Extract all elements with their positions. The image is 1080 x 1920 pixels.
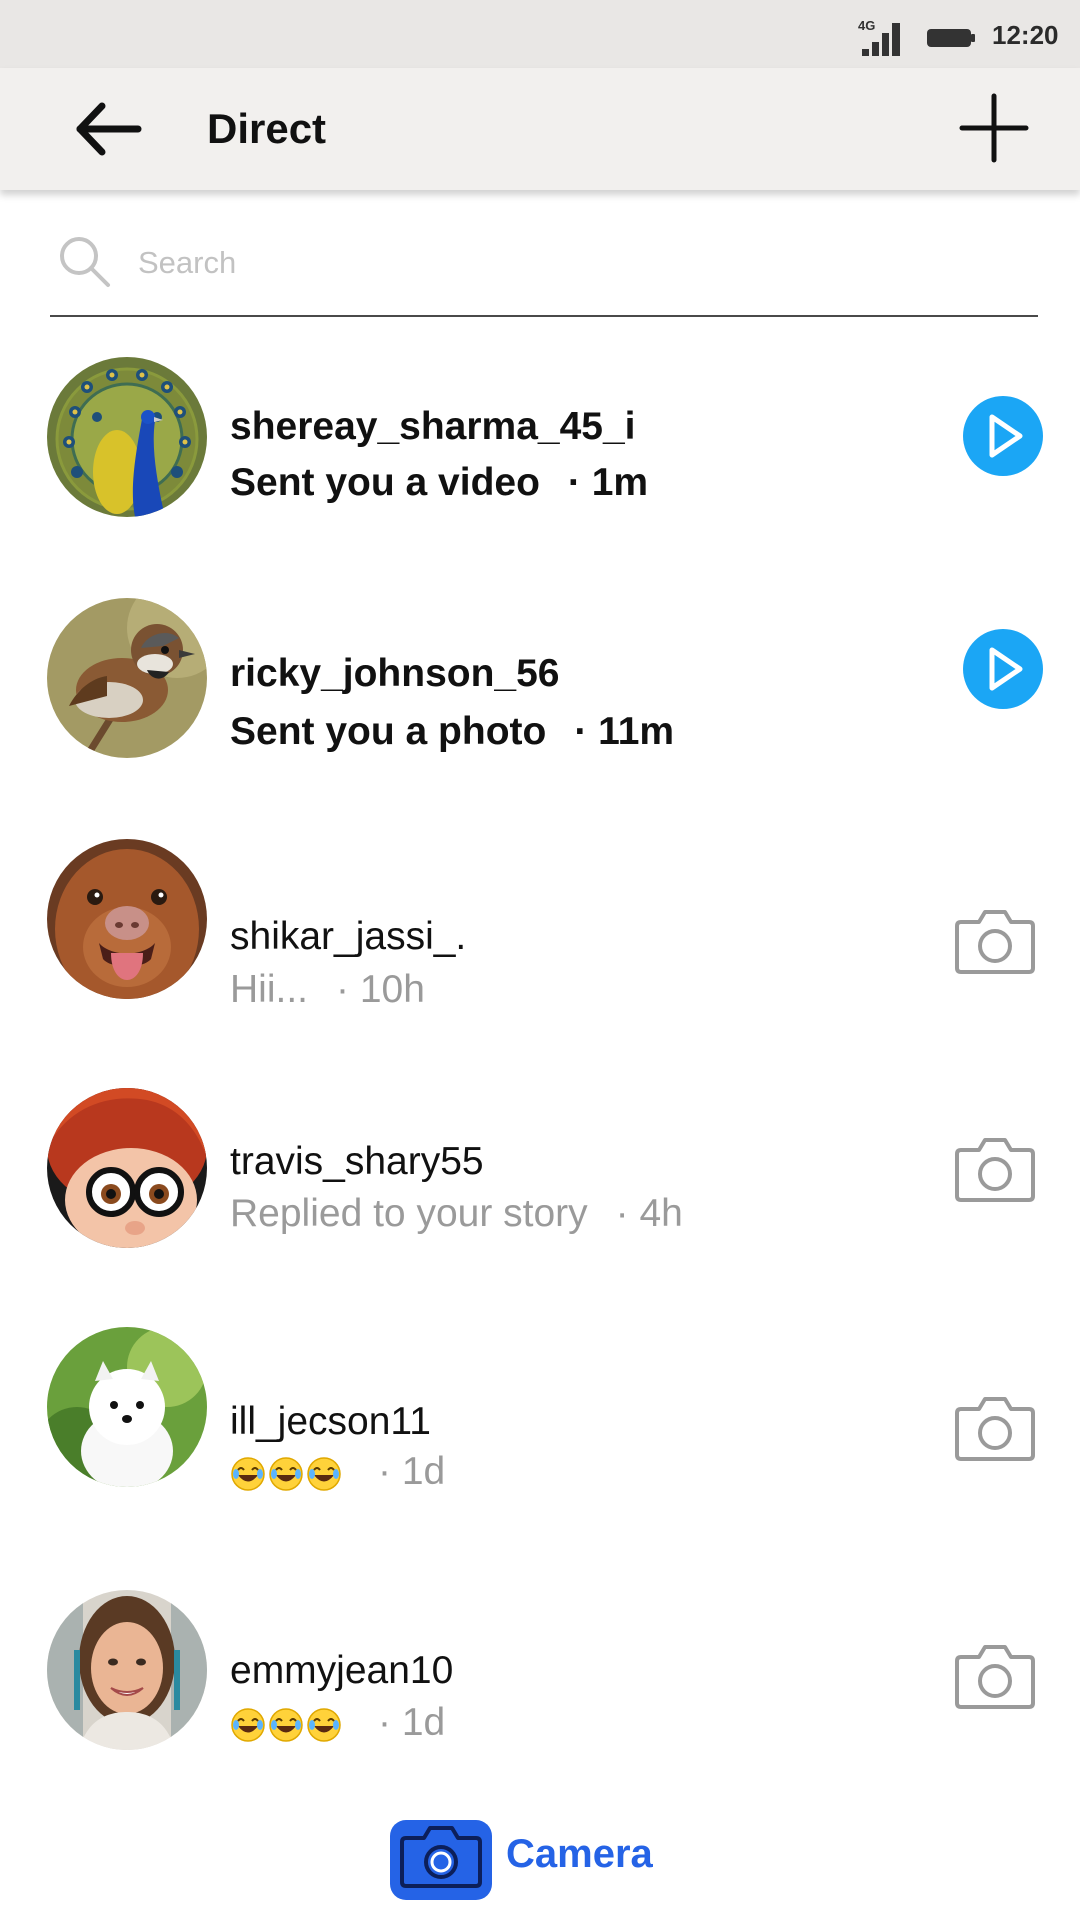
- sparrow-avatar: [47, 598, 207, 758]
- page-title: Direct: [207, 105, 327, 152]
- dog-avatar: [47, 839, 207, 999]
- conversation-username: ill_jecson11: [230, 1400, 431, 1443]
- preview-emoji-group: [230, 1707, 342, 1743]
- avatar[interactable]: [47, 839, 207, 999]
- conversation-row[interactable]: shikar_jassi_. Hii... · 10h: [0, 830, 1080, 1040]
- conversation-preview: · 1d: [230, 1450, 455, 1494]
- plus-icon: [959, 93, 1029, 163]
- conversation-row[interactable]: ill_jecson11 · 1d: [0, 1322, 1080, 1532]
- avatar[interactable]: [47, 357, 207, 517]
- laughing-emoji-icon: [307, 1456, 341, 1491]
- woman-avatar: [47, 1590, 207, 1750]
- laughing-emoji-icon: [307, 1707, 341, 1742]
- timestamp: · 10h: [336, 968, 425, 1011]
- timestamp: · 11m: [574, 710, 675, 753]
- camera-icon[interactable]: [955, 1136, 1035, 1202]
- camera-icon[interactable]: [955, 1643, 1035, 1709]
- avatar[interactable]: [47, 598, 207, 758]
- laughing-emoji-icon: [269, 1707, 303, 1742]
- timestamp: · 1d: [378, 1701, 446, 1744]
- avatar[interactable]: [47, 1590, 207, 1750]
- play-icon[interactable]: [962, 395, 1044, 477]
- direct-messages-screen: 4G 12:20 Direct Search shereay_sharma_45…: [0, 0, 1080, 1920]
- conversation-row[interactable]: travis_shary55 Replied to your story · 4h: [0, 1078, 1080, 1288]
- peacock-avatar: [47, 357, 207, 517]
- conversation-username: ricky_johnson_56: [230, 652, 560, 695]
- timestamp: · 1d: [378, 1450, 446, 1493]
- camera-icon[interactable]: [955, 908, 1035, 974]
- laughing-emoji-icon: [269, 1456, 303, 1491]
- avatar[interactable]: [47, 1327, 207, 1487]
- conversation-preview: · 1d: [230, 1701, 455, 1745]
- camera-icon[interactable]: [955, 1395, 1035, 1461]
- laughing-emoji-icon: [231, 1456, 265, 1491]
- conversation-preview: Replied to your story · 4h: [230, 1192, 693, 1236]
- conversation-row[interactable]: emmyjean10 · 1d: [0, 1585, 1080, 1795]
- preview-text: Sent you a photo: [230, 710, 547, 753]
- app-bar: Direct: [0, 68, 1080, 190]
- conversation-username: shereay_sharma_45_i: [230, 405, 636, 448]
- conversation-username: emmyjean10: [230, 1649, 454, 1692]
- conversation-row[interactable]: ricky_johnson_56 Sent you a photo · 11m: [0, 580, 1080, 790]
- cartoon-boy-avatar: [47, 1088, 207, 1248]
- white-puppy-avatar: [47, 1327, 207, 1487]
- camera-button-label: Camera: [506, 1832, 653, 1876]
- preview-text: Sent you a video: [230, 461, 540, 504]
- avatar[interactable]: [47, 1088, 207, 1248]
- conversation-preview: Sent you a photo · 11m: [230, 710, 684, 754]
- camera-button[interactable]: Camera: [390, 1810, 670, 1902]
- back-button[interactable]: [72, 98, 144, 160]
- preview-text: Replied to your story: [230, 1192, 588, 1235]
- timestamp: · 1m: [567, 461, 649, 504]
- preview-emoji-group: [230, 1456, 342, 1492]
- play-icon[interactable]: [962, 628, 1044, 710]
- preview-text: Hii...: [230, 968, 308, 1011]
- laughing-emoji-icon: [231, 1707, 265, 1742]
- conversation-row[interactable]: shereay_sharma_45_i Sent you a video · 1m: [0, 345, 1080, 555]
- conversation-list: shereay_sharma_45_i Sent you a video · 1m: [0, 0, 1080, 1920]
- conversation-preview: Sent you a video · 1m: [230, 461, 658, 505]
- new-message-button[interactable]: [958, 92, 1030, 164]
- timestamp: · 4h: [615, 1192, 683, 1235]
- conversation-preview: Hii... · 10h: [230, 968, 435, 1012]
- camera-icon: [390, 1820, 492, 1900]
- conversation-username: shikar_jassi_.: [230, 915, 467, 958]
- arrow-left-icon: [76, 102, 142, 156]
- conversation-username: travis_shary55: [230, 1140, 484, 1183]
